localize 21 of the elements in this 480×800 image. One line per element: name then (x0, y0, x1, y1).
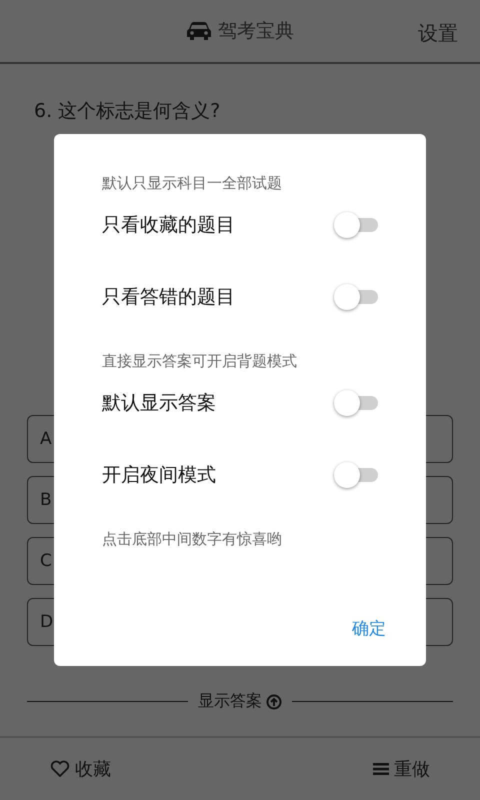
favorite-button[interactable]: 收藏 (50, 757, 111, 781)
option-label: 默认显示答案 (102, 391, 216, 416)
show-answer-button[interactable]: 显示答案 (198, 691, 282, 712)
settings-link[interactable]: 设置 (418, 20, 458, 47)
toggle-switch[interactable] (334, 390, 378, 416)
toggle-switch[interactable] (334, 212, 378, 238)
option-label: 只看收藏的题目 (102, 213, 235, 238)
option-label: 只看答错的题目 (102, 285, 235, 310)
confirm-button[interactable]: 确定 (352, 617, 386, 640)
car-icon (186, 21, 212, 41)
app-title: 驾考宝典 (218, 19, 294, 44)
toggle-switch[interactable] (334, 462, 378, 488)
toggle-switch[interactable] (334, 284, 378, 310)
hint-text: 默认只显示科目一全部试题 (102, 173, 283, 194)
hint-text: 直接显示答案可开启背题模式 (102, 351, 298, 372)
menu-icon (373, 762, 389, 776)
question-text: 6. 这个标志是何含义? (34, 99, 222, 124)
heart-icon (50, 760, 70, 778)
option-label: 开启夜间模式 (102, 463, 216, 488)
redo-button[interactable]: 重做 (373, 757, 430, 781)
hint-text: 点击底部中间数字有惊喜哟 (102, 529, 283, 550)
